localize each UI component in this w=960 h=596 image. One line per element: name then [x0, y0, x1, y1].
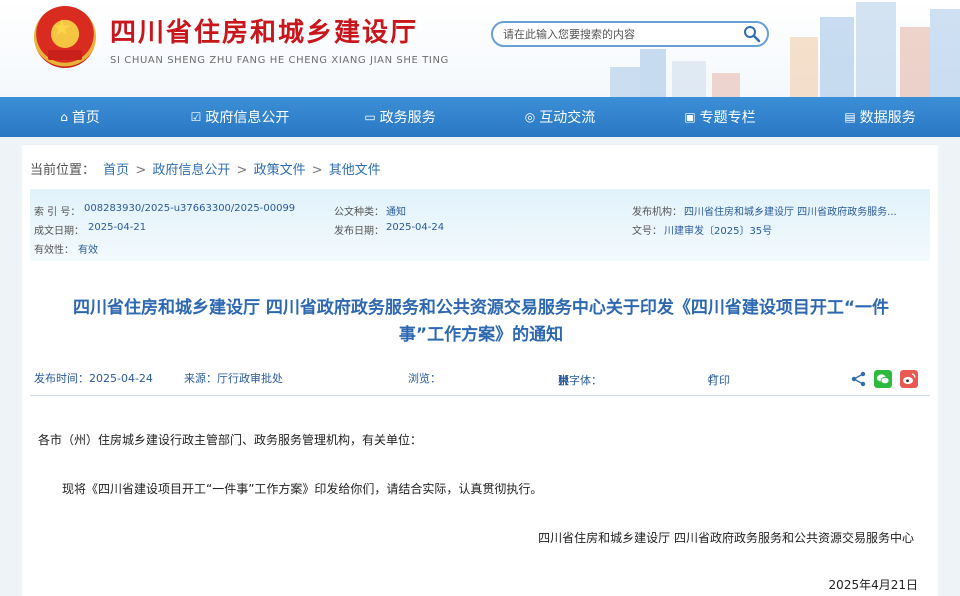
doc-number-label: 文号： [632, 226, 662, 237]
breadcrumb-prefix: 当前位置： [30, 163, 96, 178]
article-date: 2025年4月21日 [828, 578, 918, 592]
validity-label: 有效性： [34, 245, 74, 256]
nav-item-label: 政府信息公开 [205, 110, 290, 126]
type-value: 通知 [386, 207, 406, 218]
nav-item-label: 首页 [71, 110, 100, 126]
chat-icon: ◎ [524, 110, 536, 124]
site-title[interactable]: 四川省住房和城乡建设厅 [110, 12, 418, 49]
validity-value: 有效 [78, 245, 98, 256]
search-box[interactable] [491, 21, 769, 47]
nav-item-label: 专题专栏 [699, 110, 756, 126]
search-icon[interactable] [743, 25, 761, 43]
data-icon: ▤ [844, 110, 856, 124]
nav-item-data[interactable]: ▤ 数据服务 [800, 97, 960, 137]
article-paragraph: 现将《四川省建设项目开工“一件事”工作方案》印发给你们，请结合实际，认真贯彻执行… [62, 482, 543, 496]
breadcrumb-separator: > [135, 163, 147, 178]
emblem-base [48, 50, 82, 60]
star-icon: ★ [52, 16, 72, 41]
issuer-value: 四川省住房和城乡建设厅 四川省政府政务服务... [684, 207, 897, 218]
site-header: ★ 四川省住房和城乡建设厅 SI CHUAN SHENG ZHU FANG HE… [0, 0, 960, 97]
national-emblem-icon[interactable]: ★ [34, 6, 96, 68]
published-date-label: 发布日期： [334, 226, 384, 237]
nav-item-home[interactable]: ⌂ 首页 [0, 97, 160, 137]
nav-item-gov-info[interactable]: ☑ 政府信息公开 [160, 97, 320, 137]
divider [30, 395, 930, 396]
weibo-icon[interactable] [900, 370, 918, 388]
breadcrumb-gov-info[interactable]: 政府信息公开 [152, 163, 230, 178]
breadcrumb: 当前位置： 首页 > 政府信息公开 > 政策文件 > 其他文件 [30, 159, 381, 178]
breadcrumb-separator: > [236, 163, 248, 178]
share-icon[interactable] [850, 370, 868, 388]
created-date-label: 成文日期： [34, 226, 84, 237]
home-icon: ⌂ [60, 110, 68, 124]
breadcrumb-policy[interactable]: 政策文件 [254, 163, 306, 178]
nav-item-interaction[interactable]: ◎ 互动交流 [480, 97, 640, 137]
nav-item-label: 互动交流 [539, 110, 596, 126]
nav-item-label: 政务服务 [379, 110, 436, 126]
font-size-suffix: 】 [558, 374, 569, 387]
article-salutation: 各市（州）住房城乡建设行政主管部门、政务服务管理机构，有关单位： [38, 433, 423, 447]
document-metadata: 索 引 号： 008283930/2025-u37663300/2025-000… [30, 189, 930, 261]
wechat-icon[interactable] [874, 370, 892, 388]
nav-item-services[interactable]: ▭ 政务服务 [320, 97, 480, 137]
publish-time: 发布时间：2025-04-24 [34, 372, 153, 385]
main-content: 当前位置： 首页 > 政府信息公开 > 政策文件 > 其他文件 索 引 号： 0… [22, 145, 938, 596]
print-label: 打印 [708, 374, 730, 387]
type-label: 公文种类： [334, 207, 384, 218]
doc-number-value: 川建审发〔2025〕35号 [664, 226, 773, 237]
image-icon: ▣ [684, 110, 696, 124]
article-info-bar: 发布时间：2025-04-24 来源：厅行政审批处 浏览： 【字体： 大 中 小… [34, 368, 934, 390]
article-source: 来源：厅行政审批处 [184, 372, 283, 385]
edit-icon: ☑ [190, 110, 202, 124]
main-nav: ⌂ 首页 ☑ 政府信息公开 ▭ 政务服务 ◎ 互动交流 ▣ 专题专栏 ▤ 数据服… [0, 97, 960, 137]
article-title-line1: 四川省住房和城乡建设厅 四川省政府政务服务和公共资源交易服务中心关于印发《四川省… [72, 298, 890, 318]
breadcrumb-other[interactable]: 其他文件 [329, 163, 381, 178]
site-pinyin: SI CHUAN SHENG ZHU FANG HE CHENG XIANG J… [110, 55, 449, 66]
article-title: 四川省住房和城乡建设厅 四川省政府政务服务和公共资源交易服务中心关于印发《四川省… [36, 295, 926, 349]
view-count: 浏览： [408, 372, 441, 385]
article-title-line2: 事”工作方案》的通知 [398, 325, 564, 345]
breadcrumb-home[interactable]: 首页 [103, 163, 129, 178]
search-input[interactable] [503, 26, 733, 42]
nav-item-topics[interactable]: ▣ 专题专栏 [640, 97, 800, 137]
index-label: 索 引 号： [34, 207, 81, 218]
breadcrumb-separator: > [311, 163, 323, 178]
article-signature: 四川省住房和城乡建设厅 四川省政府政务服务和公共资源交易服务中心 [538, 531, 914, 545]
published-date-value: 2025-04-24 [386, 222, 445, 233]
index-value: 008283930/2025-u37663300/2025-00099 [84, 203, 296, 214]
nav-item-label: 数据服务 [859, 110, 916, 126]
monitor-icon: ▭ [364, 110, 376, 124]
created-date-value: 2025-04-21 [88, 222, 147, 233]
issuer-label: 发布机构： [632, 207, 682, 218]
